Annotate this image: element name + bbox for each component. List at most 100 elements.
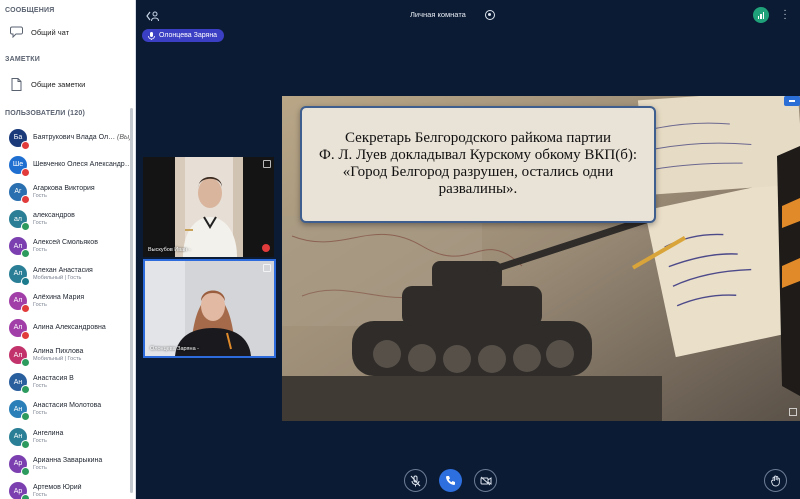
- user-role: Гость: [33, 383, 47, 390]
- avatar-initials: Ал: [13, 297, 23, 305]
- video-tile-1-name: Выскубов Иван -: [148, 247, 191, 253]
- user-role: Гость: [33, 437, 47, 444]
- user-info: Шевченко Олеся Александр…: [33, 161, 135, 168]
- user-info: Алехан Анастасия Мобильный | Гость: [33, 267, 135, 281]
- user-list-item[interactable]: Ал Алексей Смольяков Гость: [0, 233, 135, 260]
- user-list-item[interactable]: Ал Алёхина Мария Гость: [0, 287, 135, 314]
- expand-icon[interactable]: [263, 264, 271, 272]
- user-name-text: Алина Александровна: [33, 324, 106, 332]
- slide-line-4: развалины».: [438, 181, 518, 197]
- mic-muted-icon: [21, 140, 30, 150]
- user-name-text: Алексей Смольяков: [33, 239, 98, 247]
- shared-notes-item[interactable]: Общие заметки: [0, 68, 135, 100]
- general-chat-label: Общий чат: [31, 27, 70, 37]
- audio-button[interactable]: [439, 469, 462, 492]
- user-name: Анастасия В: [33, 375, 135, 382]
- room-title: Личная комната: [410, 10, 466, 19]
- user-info: Баятрукович Влада Ол… (Вы): [33, 134, 135, 141]
- user-name-text: Анастасия В: [33, 375, 74, 383]
- expand-icon[interactable]: [263, 160, 271, 168]
- user-list-item[interactable]: Ан Анастасия В Гость: [0, 369, 135, 396]
- user-name: Ангелина: [33, 430, 135, 437]
- user-name-text: Анастасия Молотова: [33, 402, 102, 410]
- slide-line-2: Ф. Л. Луев докладывал Курскому обкому ВК…: [318, 147, 638, 163]
- audio-status-icon: [21, 385, 30, 395]
- avatar-initials: ал: [14, 215, 22, 223]
- user-role: Гость: [33, 410, 47, 417]
- minimize-presentation-button[interactable]: [784, 96, 800, 106]
- user-list-item[interactable]: Ан Ангелина Гость: [0, 423, 135, 450]
- webcam-feed-1: [143, 157, 274, 257]
- user-name: Артемов Юрий: [33, 484, 135, 491]
- user-list-item[interactable]: Ан Анастасия Молотова Гость: [0, 396, 135, 423]
- raise-hand-button[interactable]: [764, 469, 787, 492]
- connection-status-icon[interactable]: [753, 7, 769, 23]
- user-list-item[interactable]: Ар Артемов Юрий Гость: [0, 477, 135, 499]
- mic-muted-icon: [21, 194, 30, 204]
- user-name: Алина Пихлова: [33, 348, 135, 355]
- user-name: Баятрукович Влада Ол… (Вы): [33, 134, 135, 141]
- presenter-chip[interactable]: Олонцева Заряна: [142, 29, 225, 42]
- video-tile-1[interactable]: Выскубов Иван -: [143, 157, 274, 257]
- user-name-text: Агаркова Виктория: [33, 184, 95, 192]
- avatar-initials: Ар: [13, 460, 23, 468]
- user-list-item[interactable]: Ше Шевченко Олеся Александр…: [0, 151, 135, 178]
- user-list-item[interactable]: ал александров Гость: [0, 206, 135, 233]
- microphone-icon: [148, 31, 155, 40]
- avatar: Ар: [9, 454, 30, 476]
- user-name: Алёхина Мария: [33, 294, 135, 301]
- avatar: Ан: [9, 400, 30, 422]
- general-chat-item[interactable]: Общий чат: [0, 19, 135, 45]
- user-list-item[interactable]: Аг Агаркова Виктория Гость: [0, 178, 135, 205]
- audio-status-icon: [21, 358, 30, 368]
- audio-status-icon: [21, 494, 30, 499]
- avatar-initials: Ал: [13, 324, 23, 332]
- mic-muted-icon: [21, 303, 30, 313]
- top-bar: [136, 0, 800, 30]
- user-list-item[interactable]: Ба Баятрукович Влада Ол… (Вы): [0, 124, 135, 151]
- user-list-item[interactable]: Ал Алехан Анастасия Мобильный | Гость: [0, 260, 135, 287]
- presentation-slide[interactable]: Секретарь Белгородского райкома партии Ф…: [282, 96, 800, 421]
- recording-icon[interactable]: [485, 10, 495, 20]
- user-name: Арианна Заварыкина: [33, 457, 135, 464]
- user-name-text: Алёхина Мария: [33, 293, 85, 301]
- user-info: Алина Александровна: [33, 324, 135, 331]
- audio-status-icon: [21, 249, 30, 259]
- avatar: Ан: [9, 373, 30, 395]
- user-name: Анастасия Молотова: [33, 402, 135, 409]
- toggle-userlist-button[interactable]: [146, 10, 160, 22]
- users-scrollbar[interactable]: [130, 108, 133, 493]
- sidebar: СООБЩЕНИЯ Общий чат ЗАМЕТКИ Общие заметк…: [0, 0, 136, 499]
- avatar: Аг: [9, 182, 30, 204]
- microphone-off-icon: [410, 475, 421, 486]
- user-list-item[interactable]: Ал Алина Александровна: [0, 314, 135, 341]
- user-info: Анастасия В Гость: [33, 375, 135, 389]
- user-list-item[interactable]: Ал Алина Пихлова Мобильный | Гость: [0, 342, 135, 369]
- avatar: Ал: [9, 237, 30, 259]
- avatar: Ар: [9, 482, 30, 499]
- video-tile-2[interactable]: Олонцева Заряна -: [143, 259, 276, 358]
- user-name-text: Алехан Анастасия: [33, 266, 93, 274]
- user-info: Ангелина Гость: [33, 430, 135, 444]
- user-info: Алексей Смольяков Гость: [33, 239, 135, 253]
- back-users-icon: [146, 11, 159, 22]
- user-name-text: Артемов Юрий: [33, 484, 82, 492]
- users-section-title: ПОЛЬЗОВАТЕЛИ (120): [5, 110, 85, 117]
- user-role: Гость: [33, 301, 47, 308]
- camera-off-icon: [480, 476, 491, 485]
- avatar-initials: Ан: [13, 378, 23, 386]
- user-name: александров: [33, 212, 135, 219]
- camera-button[interactable]: [474, 469, 497, 492]
- notes-icon: [9, 77, 23, 91]
- user-role: Гость: [33, 247, 47, 254]
- user-name-text: Баятрукович Влада Ол…: [33, 134, 116, 142]
- avatar: Ал: [9, 318, 30, 340]
- avatar-initials: Ан: [13, 405, 23, 413]
- user-role: Мобильный | Гость: [33, 356, 82, 363]
- fullscreen-icon[interactable]: [789, 408, 797, 416]
- user-list-item[interactable]: Ар Арианна Заварыкина Гость: [0, 450, 135, 477]
- more-options-icon[interactable]: · · ·: [783, 6, 787, 24]
- user-info: Алёхина Мария Гость: [33, 294, 135, 308]
- mute-button[interactable]: [404, 469, 427, 492]
- user-name: Шевченко Олеся Александр…: [33, 161, 135, 168]
